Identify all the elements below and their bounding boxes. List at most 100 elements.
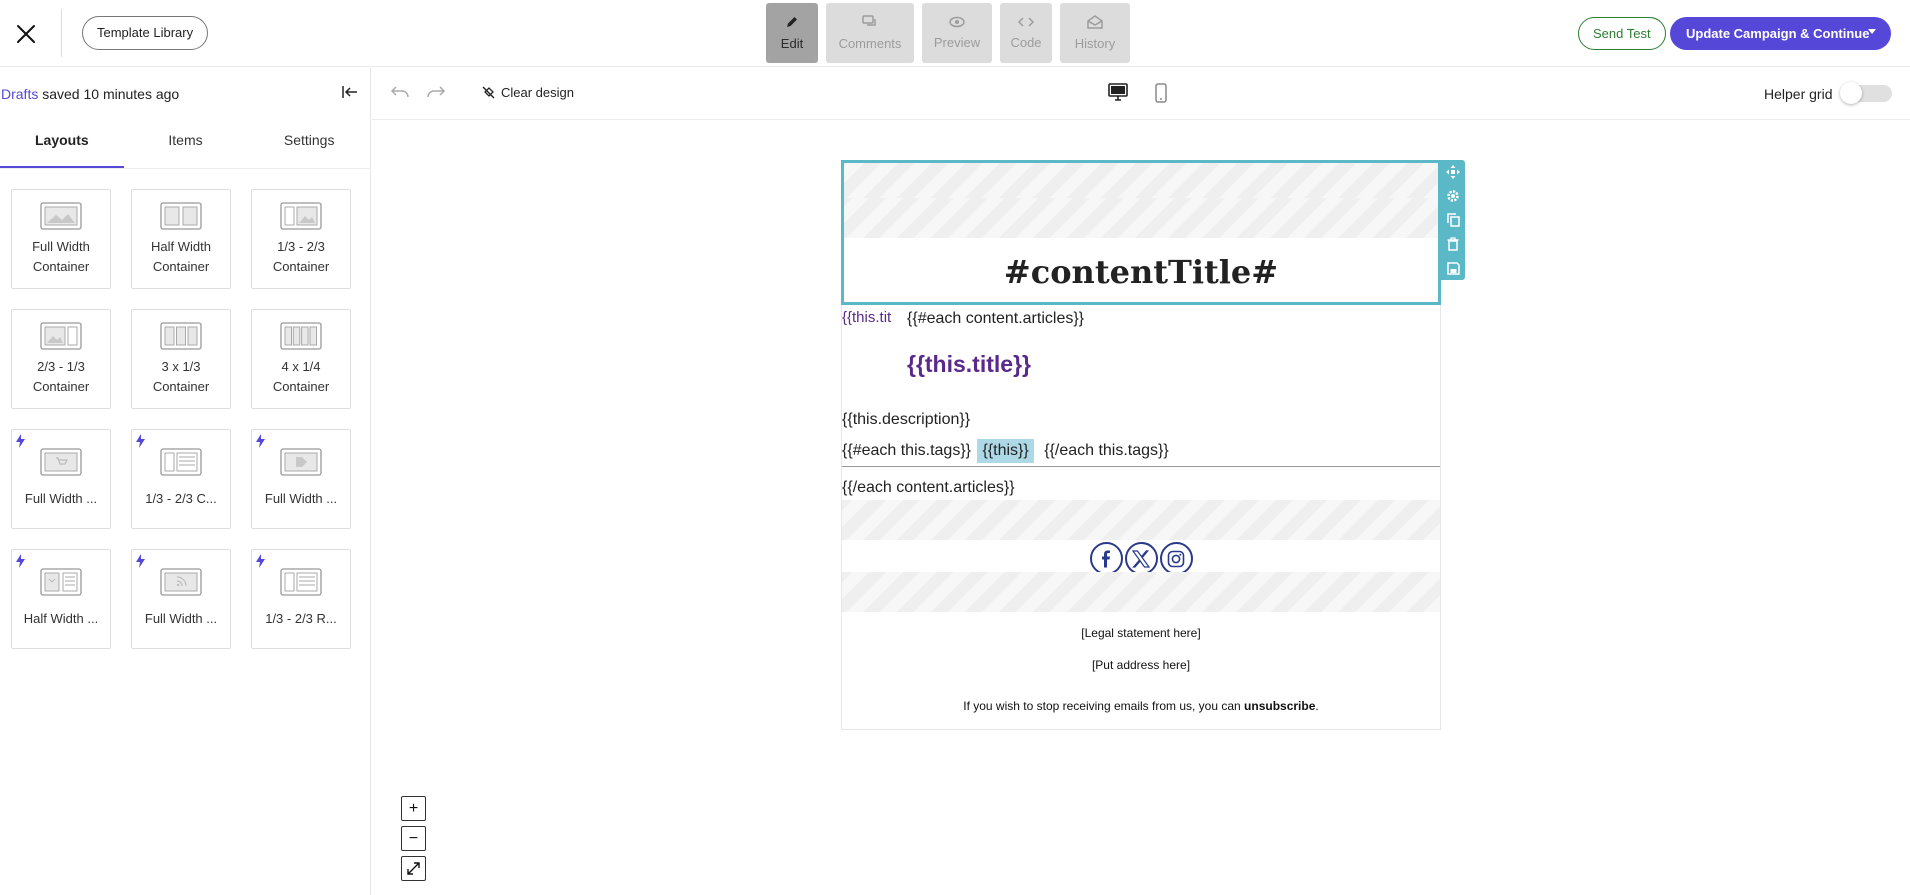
full-width-cart-layout-icon [40,448,82,476]
chevron-down-icon[interactable] [1867,28,1877,36]
content-title[interactable]: #contentTitle# [842,253,1440,291]
layout-tile[interactable]: 1/3 - 2/3 Container [251,189,351,289]
layout-tile[interactable]: 1/3 - 2/3 C... [131,429,231,529]
each-articles-close: {{/each content.articles}} [842,479,1015,496]
layout-tile[interactable]: Full Width ... [11,429,111,529]
unsubscribe-text[interactable]: If you wish to stop receiving emails fro… [842,699,1440,729]
tab-preview-label: Preview [933,35,981,50]
layout-tile[interactable]: 3 x 1/3 Container [131,309,231,409]
duplicate-icon[interactable] [1444,211,1462,229]
tab-settings[interactable]: Settings [247,121,371,168]
layout-tile-label: 3 x 1/3 Container [152,359,210,394]
trash-icon[interactable] [1444,235,1462,253]
layout-tile[interactable]: Half Width Container [131,189,231,289]
address-text[interactable]: [Put address here] [842,658,1440,699]
mode-switcher: Edit Comments Preview Code History [766,3,1130,63]
eraser-icon [482,86,495,99]
header-row[interactable]: #contentTitle# [842,161,1440,306]
redo-icon[interactable] [426,85,446,99]
move-icon[interactable] [1444,163,1462,181]
lightning-icon [256,434,265,448]
plus-icon: + [408,799,419,817]
fit-to-screen-button[interactable] [401,856,426,881]
tab-history[interactable]: History [1060,3,1130,63]
one-third-two-thirds-text-layout-icon [160,448,202,476]
layout-tile-label: 4 x 1/4 Container [272,359,330,394]
article-row[interactable]: {{this.title}} {{#each content.articles}… [842,306,1440,404]
layout-tile-label: Full Width ... [24,491,98,506]
zoom-out-button[interactable]: − [401,826,426,851]
each-articles-open: {{#each content.articles}} [907,310,1085,327]
email-template: #contentTitle# {{this.title}} {{#each co… [841,160,1441,730]
toggle-knob [1840,82,1862,104]
article-description[interactable]: {{this.description}} [842,404,1440,435]
mobile-view-icon[interactable] [1154,83,1168,103]
template-library-button[interactable]: Template Library [82,16,209,50]
desktop-view-icon[interactable] [1108,83,1128,101]
layout-tile[interactable]: 1/3 - 2/3 R... [251,549,351,649]
tab-code[interactable]: Code [1000,3,1052,63]
clear-design-button[interactable]: Clear design [482,85,574,100]
layout-tile[interactable]: 2/3 - 1/3 Container [11,309,111,409]
unsubscribe-prefix: If you wish to stop receiving emails fro… [963,699,1245,713]
gear-icon[interactable] [1444,187,1462,205]
eye-icon [949,16,965,28]
unsubscribe-suffix: . [1315,699,1319,713]
undo-icon[interactable] [390,85,410,99]
social-icons [842,542,1440,575]
lightning-icon [136,554,145,568]
layout-tile-label: 1/3 - 2/3 R... [265,611,337,626]
pencil-icon [785,15,799,29]
full-width-tag-layout-icon [280,448,322,476]
zoom-in-button[interactable]: + [401,796,426,821]
minus-icon: − [408,829,419,847]
close-icon[interactable] [12,20,40,48]
save-block-icon[interactable] [1444,259,1462,277]
x-twitter-icon[interactable] [1124,542,1158,575]
tab-edit[interactable]: Edit [766,3,818,63]
tab-comments[interactable]: Comments [826,3,914,63]
tab-code-label: Code [1010,35,1042,50]
collapse-panel-icon[interactable] [340,82,360,102]
layout-tile[interactable]: Full Width ... [131,549,231,649]
layout-tile-label: 2/3 - 1/3 Container [32,359,90,394]
spacer [842,572,1440,612]
layout-tile[interactable]: 4 x 1/4 Container [251,309,351,409]
article-image[interactable]: {{this.title}} [842,308,892,350]
article-title[interactable]: {{this.title}} [907,351,1031,378]
legal-statement[interactable]: [Legal statement here] [842,612,1440,658]
drafts-link[interactable]: Drafts [1,86,38,102]
update-campaign-button[interactable]: Update Campaign & Continue [1670,17,1891,50]
top-bar: Template Library Edit Comments Preview C… [0,0,1910,67]
layout-tile[interactable]: Full Width Container [11,189,111,289]
update-campaign-label: Update Campaign & Continue [1686,26,1870,41]
layout-grid: Full Width Container Half Width Containe… [11,189,351,649]
social-row[interactable] [842,500,1440,612]
helper-grid-toggle[interactable] [1840,82,1892,104]
spacer [842,198,1440,238]
tab-layouts[interactable]: Layouts [0,121,124,168]
layout-tile-label: Full Width ... [144,611,218,626]
half-width-layout-icon [160,202,202,230]
facebook-icon[interactable] [1089,542,1123,575]
layout-tile[interactable]: Half Width ... [11,549,111,649]
tab-preview[interactable]: Preview [922,3,992,63]
layout-tile[interactable]: Full Width ... [251,429,351,529]
four-column-layout-icon [280,322,322,350]
tabs-divider [0,168,371,169]
two-thirds-one-third-layout-icon [40,322,82,350]
one-third-two-thirds-rss-layout-icon [280,568,322,596]
instagram-icon[interactable] [1159,542,1193,575]
tab-history-label: History [1074,36,1116,51]
lightning-icon [136,434,145,448]
tab-items[interactable]: Items [124,121,248,168]
tag-pill[interactable]: {{this}} [977,439,1034,463]
send-test-button[interactable]: Send Test [1578,17,1666,50]
block-actions-toolbar [1441,160,1465,280]
unsubscribe-link[interactable]: unsubscribe [1244,699,1315,713]
full-width-rss-layout-icon [160,568,202,596]
editor-toolbar: Clear design Helper grid [372,68,1910,120]
layout-tile-label: Full Width Container [32,239,90,274]
tags-row[interactable]: {{#each this.tags}} {{this}} {{/each thi… [842,435,1440,467]
spacer [842,161,1440,198]
